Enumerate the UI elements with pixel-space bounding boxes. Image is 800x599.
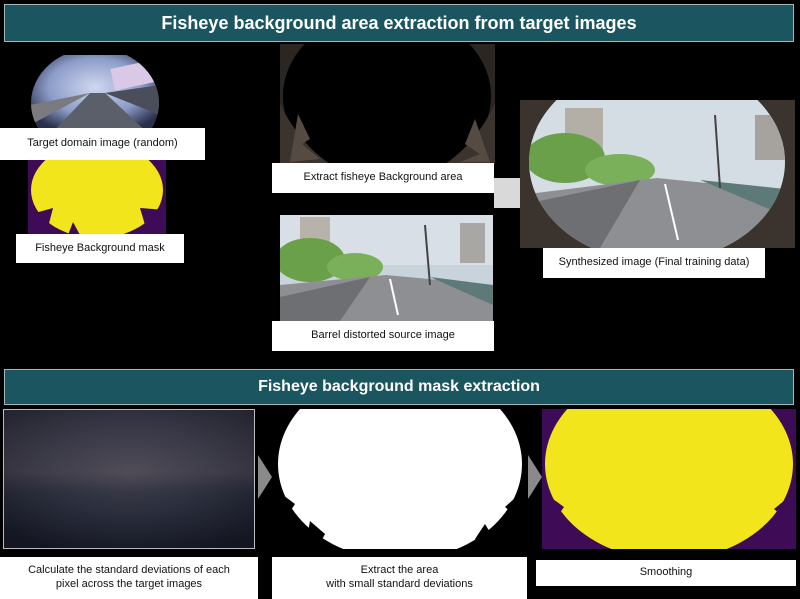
barrel-source-image — [280, 215, 493, 321]
std-deviation-image — [3, 409, 255, 549]
arrow-icon — [258, 455, 272, 499]
extract-area-label: Extract fisheye Background area — [272, 163, 494, 193]
merge-connector — [494, 178, 520, 208]
binary-mask-image — [275, 409, 525, 549]
top-banner: Fisheye background area extraction from … — [4, 4, 794, 42]
smoothing-label: Smoothing — [536, 560, 796, 586]
target-domain-label: Target domain image (random) — [0, 128, 205, 160]
extracted-background-image — [280, 44, 495, 164]
std-deviation-label: Calculate the standard deviations of eac… — [0, 557, 258, 599]
bottom-banner-title: Fisheye background mask extraction — [258, 378, 540, 395]
smoothed-mask-image — [542, 409, 796, 549]
target-domain-image — [30, 55, 160, 135]
synthesized-label: Synthesized image (Final training data) — [543, 248, 765, 278]
arrow-icon — [528, 455, 542, 499]
top-banner-title: Fisheye background area extraction from … — [161, 12, 637, 33]
fisheye-mask-small — [28, 160, 166, 235]
synthesized-image — [520, 100, 795, 248]
fisheye-mask-label: Fisheye Background mask — [16, 234, 184, 263]
barrel-source-label: Barrel distorted source image — [272, 321, 494, 351]
bottom-banner: Fisheye background mask extraction — [4, 369, 794, 405]
extract-small-label: Extract the area with small standard dev… — [272, 557, 527, 599]
